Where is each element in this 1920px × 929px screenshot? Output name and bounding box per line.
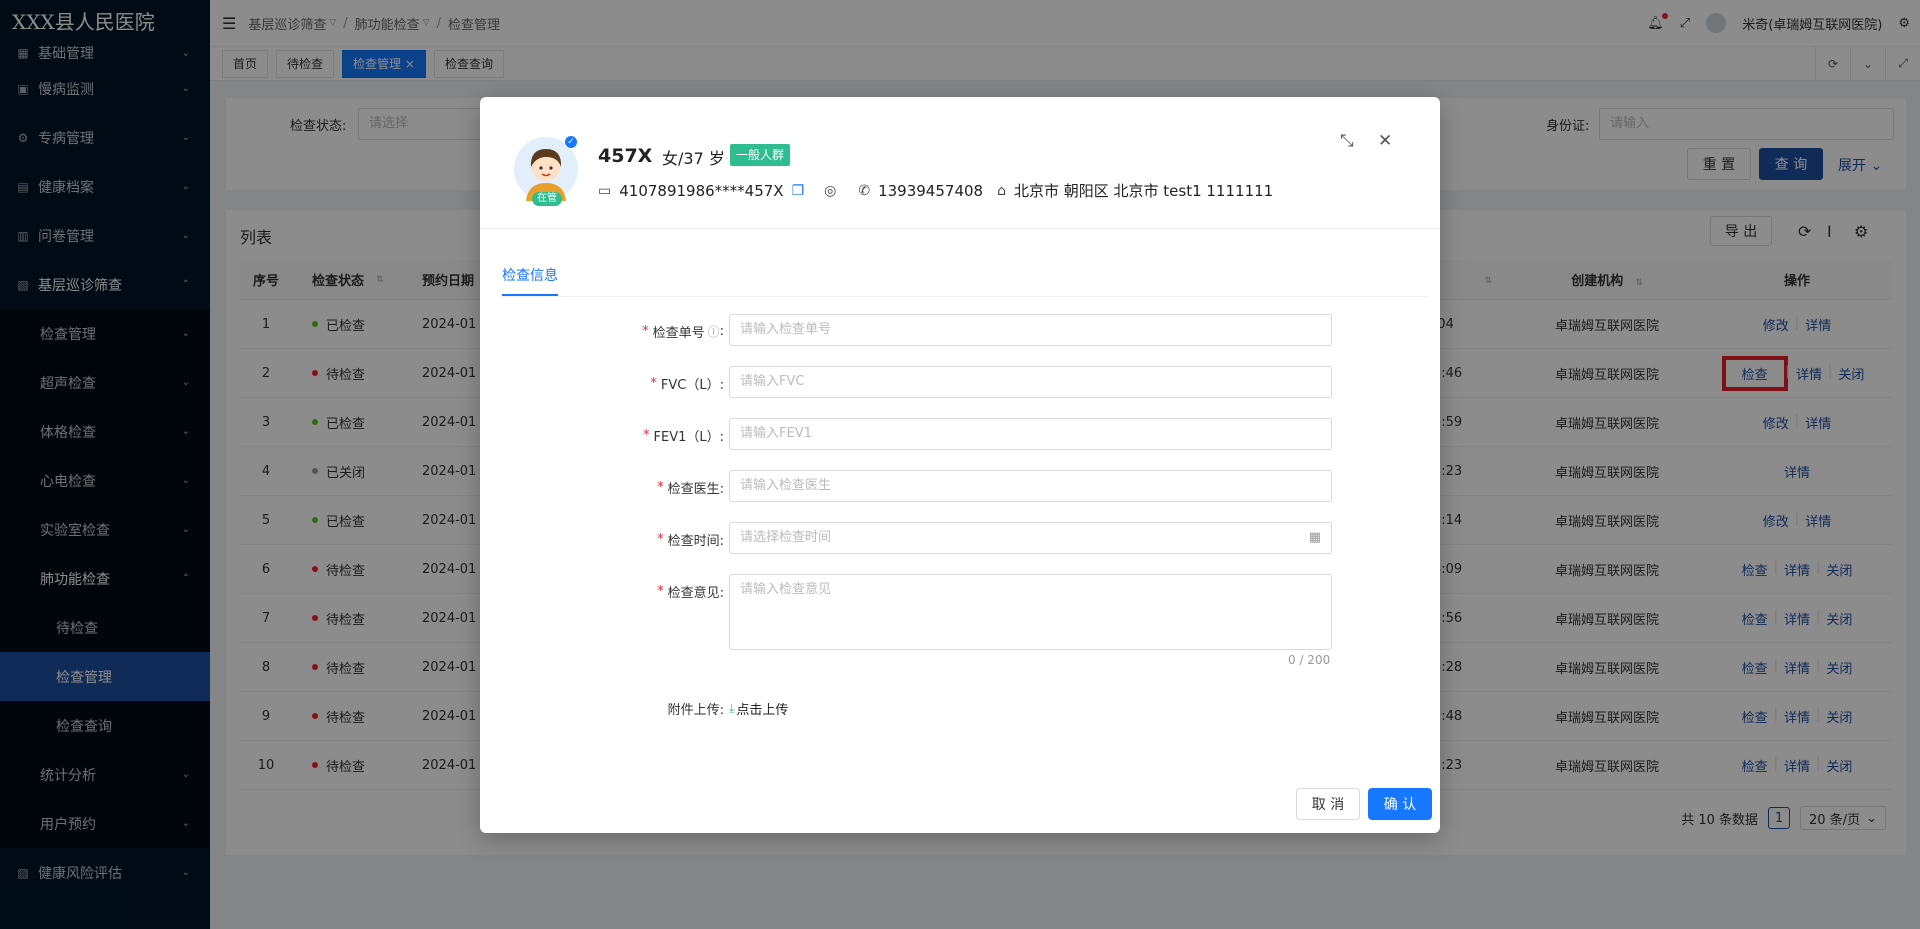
exam-modal: ✓ 在管 457X 女/37 岁 一般人群 ▭ 4107891986****45…: [480, 97, 1440, 833]
patient-info-line: ▭ 4107891986****457X ❐ ◎ ✆ 13939457408 ⌂…: [598, 180, 1273, 201]
phone-icon: ✆: [858, 182, 871, 199]
fullscreen-icon[interactable]: ⤡: [1340, 131, 1354, 151]
patient-address: 北京市 朝阳区 北京市 test1 1111111: [1013, 182, 1274, 200]
fev1-input[interactable]: 请输入FEV1: [729, 418, 1332, 450]
home-icon: ⌂: [997, 182, 1006, 199]
tab-exam-info[interactable]: 检查信息: [502, 265, 558, 285]
time-picker[interactable]: 请选择检查时间 ▦: [729, 522, 1332, 554]
doctor-input[interactable]: 请输入检查医生: [729, 470, 1332, 502]
patient-phone: 13939457408: [878, 181, 984, 200]
active-tab-indicator: [502, 294, 558, 296]
patient-header: ✓ 在管 457X 女/37 岁 一般人群 ▭ 4107891986****45…: [480, 97, 1440, 229]
patient-gender-age: 女/37 岁: [662, 149, 725, 168]
upload-link[interactable]: ⤓ 点击上传: [729, 699, 788, 718]
exam-no-input[interactable]: 请输入检查单号: [729, 314, 1332, 346]
patient-id-number: 4107891986****457X: [619, 181, 784, 200]
help-icon[interactable]: ⓘ: [708, 323, 720, 340]
verified-icon: ✓: [564, 135, 578, 149]
upload-icon: ⤓: [729, 701, 735, 715]
confirm-button[interactable]: 确 认: [1368, 788, 1432, 820]
calendar-icon: ▦: [1308, 530, 1321, 545]
id-card-icon: ▭: [598, 182, 612, 199]
opinion-textarea[interactable]: 请输入检查意见: [729, 574, 1332, 650]
management-status-tag: 在管: [532, 192, 562, 206]
copy-icon[interactable]: ❐: [792, 183, 805, 199]
patient-name: 457X: [598, 145, 653, 167]
char-count: 0 / 200: [1288, 653, 1331, 667]
cancel-button[interactable]: 取 消: [1296, 788, 1360, 820]
crowd-type-badge: 一般人群: [730, 144, 791, 166]
close-icon[interactable]: ✕: [1378, 131, 1392, 151]
eye-invisible-icon[interactable]: ◎: [824, 183, 836, 199]
fvc-input[interactable]: 请输入FVC: [729, 366, 1332, 398]
